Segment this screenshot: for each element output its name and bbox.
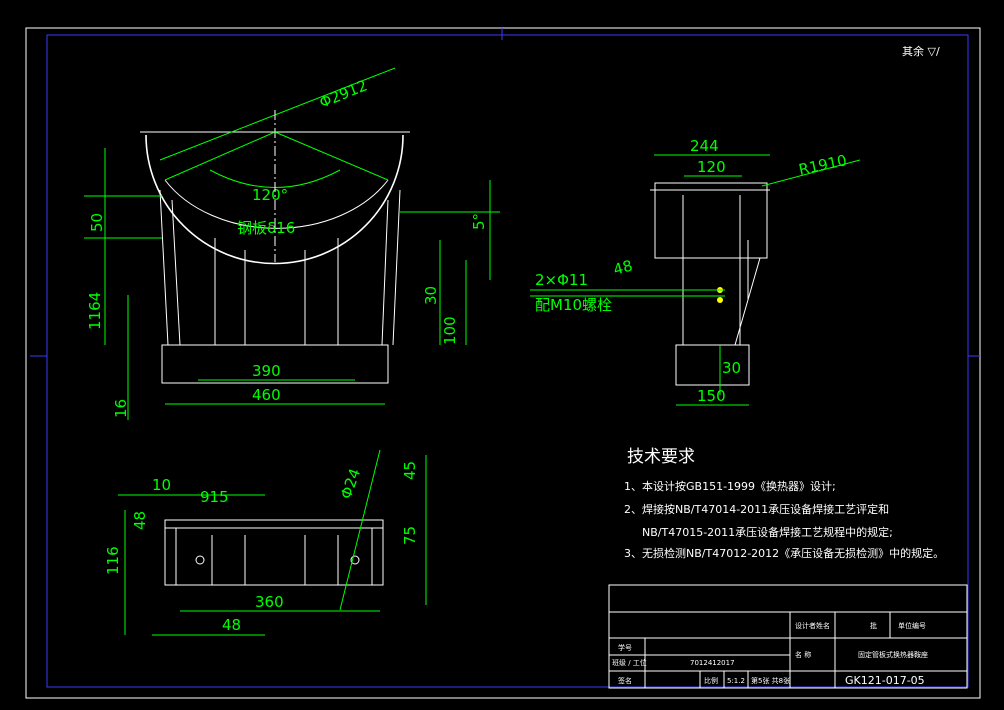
dim-48b: 48 [222, 616, 241, 634]
dia-label: Φ2912 [317, 76, 370, 111]
tb-drawing-no: GK121-017-05 [845, 674, 925, 687]
tb-sheet: 第5张 共8张 [751, 676, 790, 685]
dim-75: 75 [401, 526, 419, 545]
dim-5deg: 5° [470, 213, 488, 230]
angle-line-left [164, 131, 276, 181]
tech-item-3: 3、无损检测NB/T47012-2012《承压设备无损检测》中的规定。 [624, 546, 944, 560]
dim-120: 120 [697, 158, 726, 176]
corner-roughness-mark: 其余 ▽/ [902, 44, 940, 58]
outer-border [25, 27, 981, 699]
cad-drawing-sheet: 其余 ▽/ 120° Φ2912 钢板δ16 50 1164 16 390 46… [25, 27, 981, 699]
inner-border [46, 34, 969, 688]
dim-50: 50 [88, 213, 106, 232]
tb-sign-label: 签名 [618, 676, 632, 685]
dim-915: 915 [200, 488, 229, 506]
tb-part-name: 固定管板式换热器鞍座 [858, 650, 928, 659]
dim-150: 150 [697, 387, 726, 405]
plan-outline [164, 519, 384, 586]
dim-16: 16 [112, 399, 130, 418]
dim-30-side: 30 [722, 359, 741, 377]
leg-right-inner [381, 199, 389, 346]
tb-r1c1: 设计者姓名 [795, 621, 830, 630]
plan-hole-left [195, 555, 205, 565]
dim-45: 45 [401, 461, 419, 480]
dim-10: 10 [152, 476, 171, 494]
tb-r3-label: 班级 / 工位 [612, 658, 647, 667]
side-top-block [654, 182, 768, 259]
tb-r2-label: 学号 [618, 643, 632, 652]
title-block-frame [608, 584, 968, 689]
title-block: 设计者姓名 批 单位编号 学号 班级 / 工位 7012412017 名 称 固… [608, 584, 968, 689]
dim-460: 460 [252, 386, 281, 404]
angle-label: 120° [252, 186, 288, 204]
dim-100: 100 [441, 316, 459, 345]
bolt-hole-2 [717, 297, 723, 303]
plate-thickness-note: 钢板δ16 [237, 219, 295, 237]
hole-spec: 2×Φ11 [535, 271, 588, 289]
side-view: 244 120 R1910 2×Φ11 配M10螺栓 48 30 150 [530, 137, 861, 406]
dim-390: 390 [252, 362, 281, 380]
tech-item-2: 2、焊接按NB/T47014-2011承压设备焊接工艺评定和 [624, 502, 889, 516]
tb-scale-label: 比例 [704, 676, 718, 685]
dim-dia24: Φ24 [337, 466, 364, 501]
tech-heading: 技术要求 [627, 447, 695, 467]
tb-r1c3: 单位编号 [898, 621, 926, 630]
dim-1164: 1164 [86, 292, 104, 330]
dim-244: 244 [690, 137, 719, 155]
dim-48-side: 48 [611, 257, 634, 279]
dim-48-plan: 48 [131, 511, 149, 530]
tb-scale: 5:1.2 [727, 677, 745, 685]
dim-30: 30 [422, 286, 440, 305]
leg-left-outer [159, 189, 169, 346]
leg-right-outer [392, 189, 401, 346]
dim-360: 360 [255, 593, 284, 611]
tb-r1c2: 批 [870, 621, 877, 630]
plan-view: 915 10 116 48 360 48 Φ24 45 75 [104, 449, 427, 636]
tech-item-2b: NB/T47015-2011承压设备焊接工艺规程中的规定; [642, 525, 893, 539]
radius-label: R1910 [797, 151, 848, 179]
front-view: 120° Φ2912 钢板δ16 50 1164 16 390 460 30 1… [84, 67, 500, 420]
tb-name-label: 名 称 [795, 650, 811, 659]
bolt-spec: 配M10螺栓 [535, 296, 612, 314]
dim-116: 116 [104, 546, 122, 575]
angle-line-right [274, 131, 389, 181]
tech-item-1: 1、本设计按GB151-1999《换热器》设计; [624, 479, 836, 493]
tb-student-no: 7012412017 [690, 659, 735, 667]
technical-requirements: 技术要求 1、本设计按GB151-1999《换热器》设计; 2、焊接按NB/T4… [624, 447, 944, 560]
